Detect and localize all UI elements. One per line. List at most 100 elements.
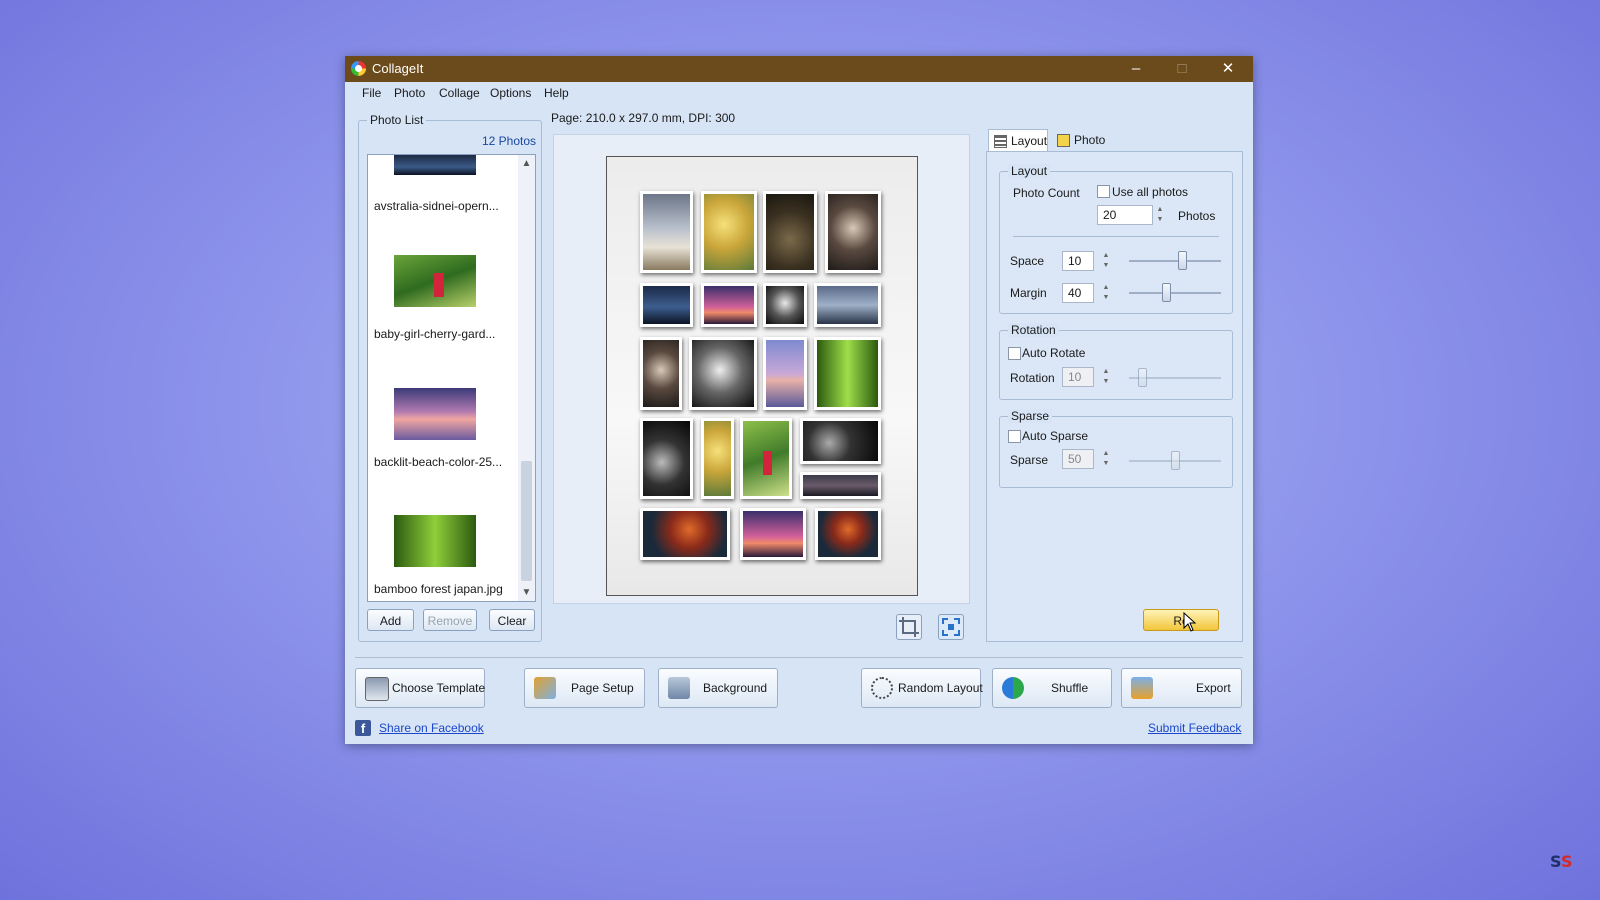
export-button[interactable]: Export [1121, 668, 1242, 708]
collage-photo[interactable] [740, 508, 806, 560]
layout-group-title: Layout [1008, 164, 1051, 178]
margin-slider-thumb[interactable] [1162, 283, 1171, 302]
list-item-label[interactable]: backlit-beach-color-25... [374, 455, 514, 469]
collage-photo[interactable] [701, 191, 757, 273]
sparse-stepper-icon[interactable]: ▲ ▼ [1100, 449, 1112, 469]
facebook-icon[interactable]: f [355, 720, 371, 736]
auto-sparse-label[interactable]: Auto Sparse [1022, 429, 1088, 443]
list-item-thumbnail[interactable] [394, 388, 476, 440]
collage-photo[interactable] [800, 472, 881, 499]
fit-to-window-icon[interactable] [938, 614, 964, 640]
maximize-button[interactable]: □ [1159, 56, 1205, 82]
random-layout-button[interactable]: Random Layout [861, 668, 983, 708]
scroll-up-icon[interactable]: ▲ [518, 155, 535, 172]
menu-file[interactable]: File [362, 86, 381, 100]
collage-photo[interactable] [814, 283, 881, 327]
tab-layout[interactable]: Layout [988, 129, 1048, 152]
list-item-thumbnail[interactable] [394, 155, 476, 175]
collage-photo[interactable] [800, 418, 881, 464]
collage-photo[interactable] [740, 418, 792, 499]
rotation-input[interactable]: 10 [1062, 367, 1094, 387]
list-item-thumbnail[interactable] [394, 515, 476, 567]
submit-feedback-link[interactable]: Submit Feedback [1148, 721, 1241, 735]
space-stepper-icon[interactable]: ▲ ▼ [1100, 251, 1112, 271]
add-button[interactable]: Add [367, 609, 414, 631]
shuffle-button[interactable]: Shuffle [992, 668, 1112, 708]
watermark-logo-icon: S S [1550, 852, 1573, 871]
collage-photo[interactable] [814, 337, 881, 410]
collage-photo[interactable] [689, 337, 757, 410]
scrollbar-thumb[interactable] [521, 461, 532, 581]
choose-template-button[interactable]: Choose Template [355, 668, 485, 708]
page-setup-label: Page Setup [571, 681, 634, 695]
space-slider-thumb[interactable] [1178, 251, 1187, 270]
photo-count-input[interactable]: 20 [1097, 205, 1153, 225]
choose-template-label: Choose Template [392, 681, 486, 695]
collage-photo[interactable] [701, 283, 757, 327]
template-icon [365, 677, 389, 701]
collage-photo[interactable] [640, 191, 693, 273]
crop-icon[interactable] [896, 614, 922, 640]
sparse-group-title: Sparse [1008, 409, 1053, 423]
collage-photo[interactable] [640, 418, 693, 499]
sparse-slider-thumb[interactable] [1171, 451, 1180, 470]
collage-photo[interactable] [763, 283, 807, 327]
close-button[interactable]: ✕ [1205, 56, 1251, 82]
auto-rotate-checkbox[interactable] [1008, 347, 1021, 360]
list-item-label[interactable]: baby-girl-cherry-gard... [374, 327, 514, 341]
sparse-input[interactable]: 50 [1062, 449, 1094, 469]
collage-photo[interactable] [640, 283, 693, 327]
rotation-slider-thumb[interactable] [1138, 368, 1147, 387]
margin-stepper-icon[interactable]: ▲ ▼ [1100, 283, 1112, 303]
photo-count-field-label: Photo Count [1013, 186, 1080, 200]
menu-options[interactable]: Options [490, 86, 531, 100]
auto-rotate-label[interactable]: Auto Rotate [1022, 346, 1085, 360]
background-label: Background [703, 681, 768, 695]
page-setup-button[interactable]: Page Setup [524, 668, 645, 708]
page-info: Page: 210.0 x 297.0 mm, DPI: 300 [551, 111, 736, 125]
tab-photo[interactable]: Photo [1053, 129, 1113, 151]
bottom-separator [355, 657, 1243, 658]
app-logo-icon [351, 61, 366, 76]
rotation-stepper-icon[interactable]: ▲ ▼ [1100, 367, 1112, 387]
tab-photo-label: Photo [1074, 133, 1106, 147]
page-setup-icon [534, 677, 556, 699]
scroll-down-icon[interactable]: ▼ [518, 584, 535, 601]
remove-button[interactable]: Remove [423, 609, 477, 631]
background-button[interactable]: Background [658, 668, 778, 708]
margin-slider-track[interactable] [1129, 292, 1221, 294]
menu-bar: File Photo Collage Options Help [345, 82, 1253, 106]
margin-input[interactable]: 40 [1062, 283, 1094, 303]
menu-collage[interactable]: Collage [439, 86, 480, 100]
share-on-facebook-link[interactable]: Share on Facebook [379, 721, 484, 735]
minimize-button[interactable]: – [1113, 56, 1159, 82]
list-item-label[interactable]: avstralia-sidnei-opern... [374, 199, 514, 213]
svg-text:S: S [1550, 852, 1562, 871]
auto-sparse-checkbox[interactable] [1008, 430, 1021, 443]
use-all-photos-checkbox[interactable] [1097, 185, 1110, 198]
menu-photo[interactable]: Photo [394, 86, 425, 100]
collage-photo[interactable] [701, 418, 734, 499]
use-all-photos-label[interactable]: Use all photos [1112, 185, 1188, 199]
mouse-cursor-icon [1183, 612, 1197, 632]
collage-photo[interactable] [825, 191, 881, 273]
sparse-label: Sparse [1010, 453, 1049, 467]
reset-button[interactable]: Re [1143, 609, 1219, 631]
photo-list-scrollbar[interactable]: ▲ ▼ [518, 155, 535, 601]
collage-photo[interactable] [640, 508, 730, 560]
collage-photo[interactable] [815, 508, 881, 560]
collage-photo[interactable] [763, 337, 807, 410]
list-item-thumbnail[interactable] [394, 255, 476, 307]
collage-photo[interactable] [763, 191, 817, 273]
window-title: CollageIt [372, 61, 424, 76]
menu-help[interactable]: Help [544, 86, 569, 100]
space-input[interactable]: 10 [1062, 251, 1094, 271]
clear-button[interactable]: Clear [489, 609, 535, 631]
list-item-label[interactable]: bamboo forest japan.jpg [374, 582, 514, 596]
photo-listbox[interactable]: avstralia-sidnei-opern... baby-girl-cher… [367, 154, 536, 602]
photo-count-stepper-icon[interactable]: ▲ ▼ [1154, 205, 1166, 225]
collage-photo[interactable] [640, 337, 682, 410]
rotation-group: Rotation [999, 323, 1233, 400]
space-slider-track[interactable] [1129, 260, 1221, 262]
title-bar[interactable]: CollageIt – □ ✕ [345, 56, 1253, 82]
